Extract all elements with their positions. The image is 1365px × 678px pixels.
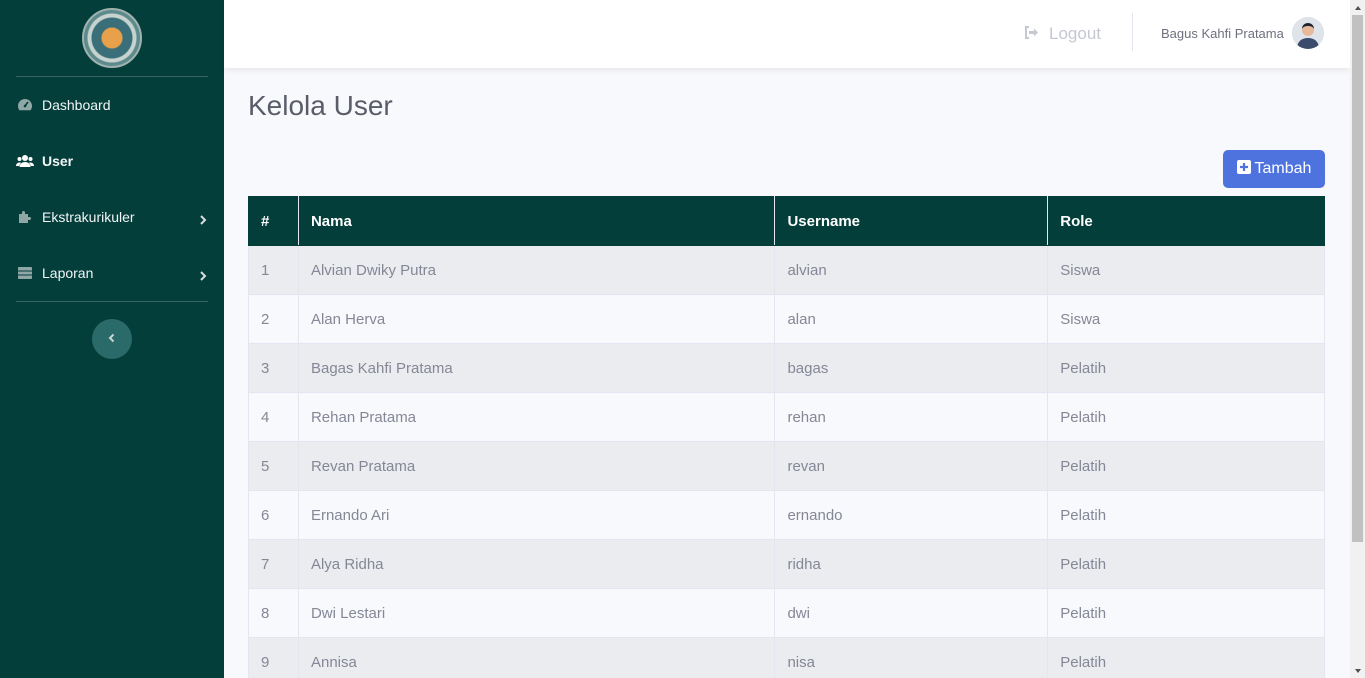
cell-nama: Alya Ridha	[297, 539, 776, 589]
table-header-row: # Nama Username Role	[248, 196, 1325, 246]
table-row[interactable]: 3 Bagas Kahfi Pratama bagas Pelatih	[248, 343, 1325, 393]
plus-square-icon	[1236, 159, 1255, 179]
brand[interactable]	[0, 0, 224, 76]
cell-nama: Annisa	[297, 637, 776, 678]
cell-number: 8	[248, 588, 299, 638]
table-row[interactable]: 5 Revan Pratama revan Pelatih	[248, 441, 1325, 491]
cell-username: revan	[774, 441, 1049, 491]
chevron-right-icon	[198, 212, 208, 225]
sidebar-item-label: Laporan	[42, 265, 94, 281]
cell-role: Siswa	[1047, 294, 1325, 344]
cell-number: 2	[248, 294, 299, 344]
cell-role: Siswa	[1047, 245, 1325, 295]
sidebar: Dashboard User Ekstrakurikuler Laporan	[0, 0, 224, 678]
cell-number: 4	[248, 392, 299, 442]
table-row[interactable]: 2 Alan Herva alan Siswa	[248, 294, 1325, 344]
cell-role: Pelatih	[1047, 441, 1325, 491]
cell-username: rehan	[774, 392, 1049, 442]
chevron-left-icon	[107, 330, 117, 348]
users-table: # Nama Username Role 1 Alvian Dwiky Putr…	[248, 196, 1325, 678]
cell-role: Pelatih	[1047, 490, 1325, 540]
table-row[interactable]: 6 Ernando Ari ernando Pelatih	[248, 490, 1325, 540]
scroll-down-arrow-icon[interactable]	[1350, 663, 1365, 678]
sidebar-item-ekstrakurikuler[interactable]: Ekstrakurikuler	[0, 189, 224, 245]
gauge-icon	[16, 98, 34, 112]
cell-number: 3	[248, 343, 299, 393]
sidebar-item-label: Ekstrakurikuler	[42, 209, 135, 225]
sidebar-item-label: User	[42, 153, 74, 169]
scrollbar-thumb[interactable]	[1352, 15, 1363, 542]
column-header-number[interactable]: #	[248, 196, 299, 246]
cell-username: bagas	[774, 343, 1049, 393]
topbar-divider	[1132, 13, 1133, 51]
page-title: Kelola User	[248, 90, 393, 121]
cell-nama: Revan Pratama	[297, 441, 776, 491]
avatar	[1291, 17, 1324, 49]
cell-number: 6	[248, 490, 299, 540]
topbar: Logout Bagus Kahfi Pratama	[224, 0, 1350, 68]
sidebar-item-laporan[interactable]: Laporan	[0, 245, 224, 301]
cell-username: ernando	[774, 490, 1049, 540]
cell-username: alan	[774, 294, 1049, 344]
cell-number: 5	[248, 441, 299, 491]
sidebar-toggle-button[interactable]	[92, 319, 132, 359]
cell-nama: Dwi Lestari	[297, 588, 776, 638]
cell-username: ridha	[774, 539, 1049, 589]
cell-role: Pelatih	[1047, 539, 1325, 589]
cell-nama: Alan Herva	[297, 294, 776, 344]
logout-link[interactable]: Logout	[1024, 22, 1101, 46]
column-header-username[interactable]: Username	[774, 196, 1049, 246]
school-logo	[82, 8, 142, 68]
add-user-button[interactable]: Tambah	[1223, 150, 1325, 188]
sign-out-icon	[1024, 24, 1049, 44]
cell-nama: Bagas Kahfi Pratama	[297, 343, 776, 393]
cell-number: 1	[248, 245, 299, 295]
user-menu[interactable]: Bagus Kahfi Pratama	[1161, 16, 1324, 50]
column-header-role[interactable]: Role	[1047, 196, 1325, 246]
logout-label: Logout	[1049, 24, 1101, 43]
cell-role: Pelatih	[1047, 392, 1325, 442]
page-scrollbar[interactable]	[1350, 0, 1365, 678]
cell-nama: Rehan Pratama	[297, 392, 776, 442]
table-row[interactable]: 7 Alya Ridha ridha Pelatih	[248, 539, 1325, 589]
puzzle-icon	[16, 210, 34, 224]
table-row[interactable]: 1 Alvian Dwiky Putra alvian Siswa	[248, 245, 1325, 295]
users-icon	[16, 154, 34, 168]
cell-number: 9	[248, 637, 299, 678]
chevron-right-icon	[198, 268, 208, 281]
cell-nama: Alvian Dwiky Putra	[297, 245, 776, 295]
user-name: Bagus Kahfi Pratama	[1161, 25, 1284, 41]
cell-username: dwi	[774, 588, 1049, 638]
table-row[interactable]: 4 Rehan Pratama rehan Pelatih	[248, 392, 1325, 442]
scroll-up-arrow-icon[interactable]	[1350, 0, 1365, 15]
cell-number: 7	[248, 539, 299, 589]
table-row[interactable]: 9 Annisa nisa Pelatih	[248, 637, 1325, 678]
sidebar-item-user[interactable]: User	[0, 133, 224, 189]
cell-nama: Ernando Ari	[297, 490, 776, 540]
table-icon	[16, 266, 34, 280]
cell-username: nisa	[774, 637, 1049, 678]
sidebar-item-dashboard[interactable]: Dashboard	[0, 77, 224, 133]
cell-role: Pelatih	[1047, 343, 1325, 393]
cell-role: Pelatih	[1047, 588, 1325, 638]
cell-role: Pelatih	[1047, 637, 1325, 678]
table-row[interactable]: 8 Dwi Lestari dwi Pelatih	[248, 588, 1325, 638]
add-button-label: Tambah	[1254, 160, 1312, 177]
cell-username: alvian	[774, 245, 1049, 295]
sidebar-item-label: Dashboard	[42, 97, 111, 113]
column-header-nama[interactable]: Nama	[297, 196, 776, 246]
